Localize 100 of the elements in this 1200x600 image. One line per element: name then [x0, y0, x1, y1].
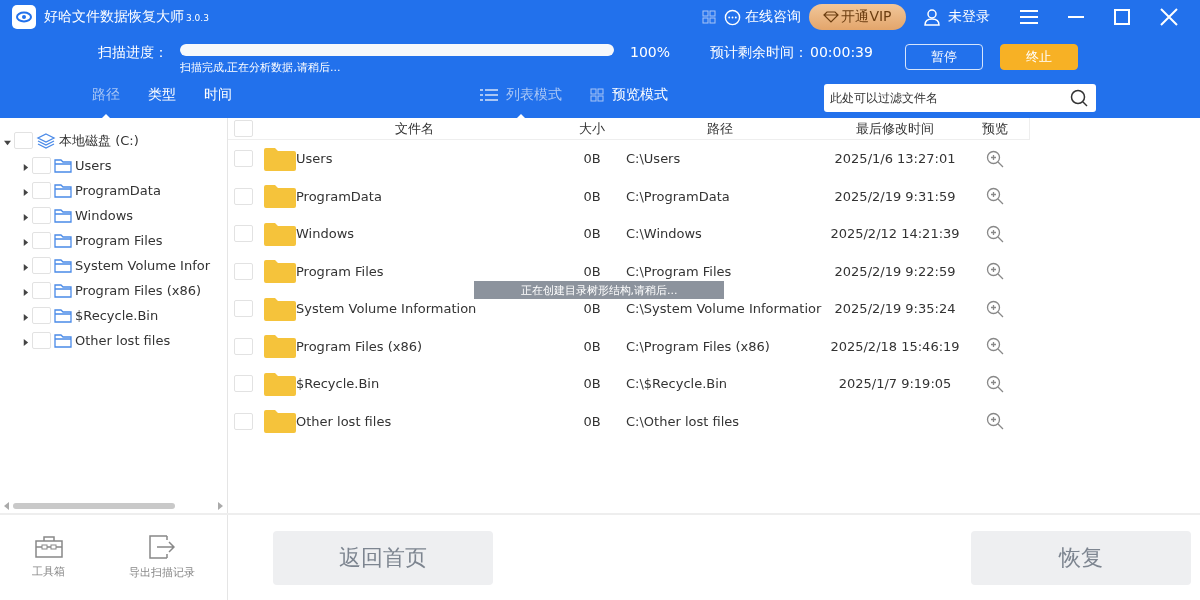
checkbox[interactable]	[234, 375, 253, 393]
checkbox[interactable]	[32, 232, 51, 249]
checkbox[interactable]	[234, 120, 253, 137]
folder-icon	[264, 296, 296, 321]
caret-icon[interactable]	[4, 139, 11, 146]
progress-percent: 100%	[630, 44, 671, 62]
file-name: Other lost files	[296, 413, 392, 429]
toolbox-icon	[34, 536, 63, 558]
tree-item[interactable]: Other lost files	[75, 333, 171, 348]
caret-icon[interactable]	[22, 289, 29, 296]
export-icon	[149, 535, 175, 559]
tab[interactable]: 路径	[92, 78, 120, 118]
zoom-in-icon[interactable]	[986, 224, 1004, 243]
search-icon[interactable]	[1070, 89, 1088, 107]
checkbox[interactable]	[32, 257, 51, 274]
tree-item[interactable]: System Volume Infor	[75, 258, 211, 273]
zoom-in-icon[interactable]	[986, 149, 1004, 168]
vip-button[interactable]: 开通VIP	[809, 4, 906, 30]
scrollbar-thumb[interactable]	[13, 503, 175, 509]
zoom-in-icon[interactable]	[986, 299, 1004, 318]
checkbox[interactable]	[32, 332, 51, 349]
table-cell-text: 0B	[582, 338, 602, 354]
close-icon[interactable]	[1160, 8, 1178, 26]
login-button[interactable]: 未登录	[923, 8, 990, 26]
home-button[interactable]: 返回首页	[273, 530, 493, 585]
qr-code-icon[interactable]	[702, 10, 717, 24]
caret-icon[interactable]	[22, 189, 29, 196]
table-cell-text: C:\Windows	[625, 226, 703, 242]
view-mode-tab[interactable]: 列表模式	[480, 78, 562, 118]
column-header: 文件名	[393, 119, 435, 138]
caret-icon[interactable]	[22, 239, 29, 246]
file-name: ProgramData	[296, 188, 382, 204]
checkbox[interactable]	[234, 150, 253, 168]
table-cell-text: 2025/2/18 15:46:19	[829, 338, 961, 354]
zoom-in-icon[interactable]	[986, 187, 1004, 206]
scroll-right-icon[interactable]	[218, 502, 223, 510]
caret-icon[interactable]	[22, 164, 29, 171]
tab[interactable]: 时间	[204, 78, 232, 118]
tree-item[interactable]: Program Files (x86)	[75, 283, 202, 298]
checkbox[interactable]	[32, 157, 51, 174]
checkbox[interactable]	[234, 412, 253, 430]
checkbox[interactable]	[234, 225, 253, 243]
search-field[interactable]: 此处可以过滤文件名	[824, 84, 1096, 112]
scan-progress-label: 扫描进度：	[98, 44, 168, 62]
loading-toast: 正在创建目录树形结构,请稍后...	[474, 281, 724, 299]
folder-icon	[264, 221, 296, 246]
checkbox[interactable]	[234, 187, 253, 205]
tab[interactable]: 类型	[148, 78, 176, 118]
version-label: 3.0.3	[186, 13, 209, 23]
consult-button[interactable]: 在线咨询	[724, 8, 802, 26]
maximize-icon[interactable]	[1114, 9, 1130, 25]
folder-icon	[264, 371, 296, 396]
caret-icon[interactable]	[22, 314, 29, 321]
zoom-in-icon[interactable]	[986, 337, 1004, 356]
folder-icon	[54, 283, 72, 298]
folder-icon	[54, 183, 72, 198]
file-name: $Recycle.Bin	[296, 376, 380, 392]
recover-button[interactable]: 恢复	[971, 530, 1191, 585]
checkbox[interactable]	[234, 300, 253, 318]
table-cell-text: 0B	[582, 151, 602, 167]
pause-button[interactable]: 暂停	[904, 44, 983, 70]
chat-icon	[724, 8, 742, 26]
toolbox-button[interactable]: 工具箱	[26, 535, 71, 580]
zoom-in-icon[interactable]	[986, 262, 1004, 281]
checkbox[interactable]	[14, 132, 33, 149]
caret-icon[interactable]	[22, 214, 29, 221]
caret-icon[interactable]	[22, 264, 29, 271]
user-icon	[923, 8, 940, 26]
tree-item[interactable]: Users	[75, 158, 112, 173]
table-cell-text: 0B	[582, 413, 602, 429]
table-cell-text: 0B	[582, 188, 602, 204]
scan-status: 扫描完成,正在分析数据,请稍后...	[180, 60, 342, 75]
view-mode-tab[interactable]: 预览模式	[590, 78, 668, 118]
window-title: 好哈文件数据恢复大师	[44, 8, 184, 26]
zoom-in-icon[interactable]	[986, 412, 1004, 431]
checkbox[interactable]	[234, 337, 253, 355]
tree-item[interactable]: ProgramData	[75, 183, 161, 198]
checkbox[interactable]	[32, 307, 51, 324]
export-button[interactable]: 导出扫描记录	[123, 534, 201, 581]
checkbox[interactable]	[32, 182, 51, 199]
folder-icon	[264, 146, 296, 171]
tree-item[interactable]: $Recycle.Bin	[75, 308, 159, 323]
folder-icon	[54, 233, 72, 248]
zoom-in-icon[interactable]	[986, 374, 1004, 393]
tree-item[interactable]: Windows	[75, 208, 134, 223]
folder-icon	[54, 258, 72, 273]
checkbox[interactable]	[234, 262, 253, 280]
table-cell-text: C:\Program Files (x86)	[625, 338, 771, 354]
file-name: System Volume Information	[296, 301, 477, 317]
table-cell-text: 2025/1/7 9:19:05	[837, 376, 953, 392]
checkbox[interactable]	[32, 207, 51, 224]
tree-item[interactable]: Program Files	[75, 233, 163, 248]
table-cell-text: 0B	[582, 301, 602, 317]
tree-item[interactable]: 本地磁盘 (C:)	[59, 131, 139, 150]
scroll-left-icon[interactable]	[4, 502, 9, 510]
caret-icon[interactable]	[22, 339, 29, 346]
menu-icon[interactable]	[1020, 10, 1038, 24]
checkbox[interactable]	[32, 282, 51, 299]
remaining-time: 00:00:39	[810, 44, 873, 62]
table-cell-text: 2025/2/19 9:35:24	[833, 301, 957, 317]
